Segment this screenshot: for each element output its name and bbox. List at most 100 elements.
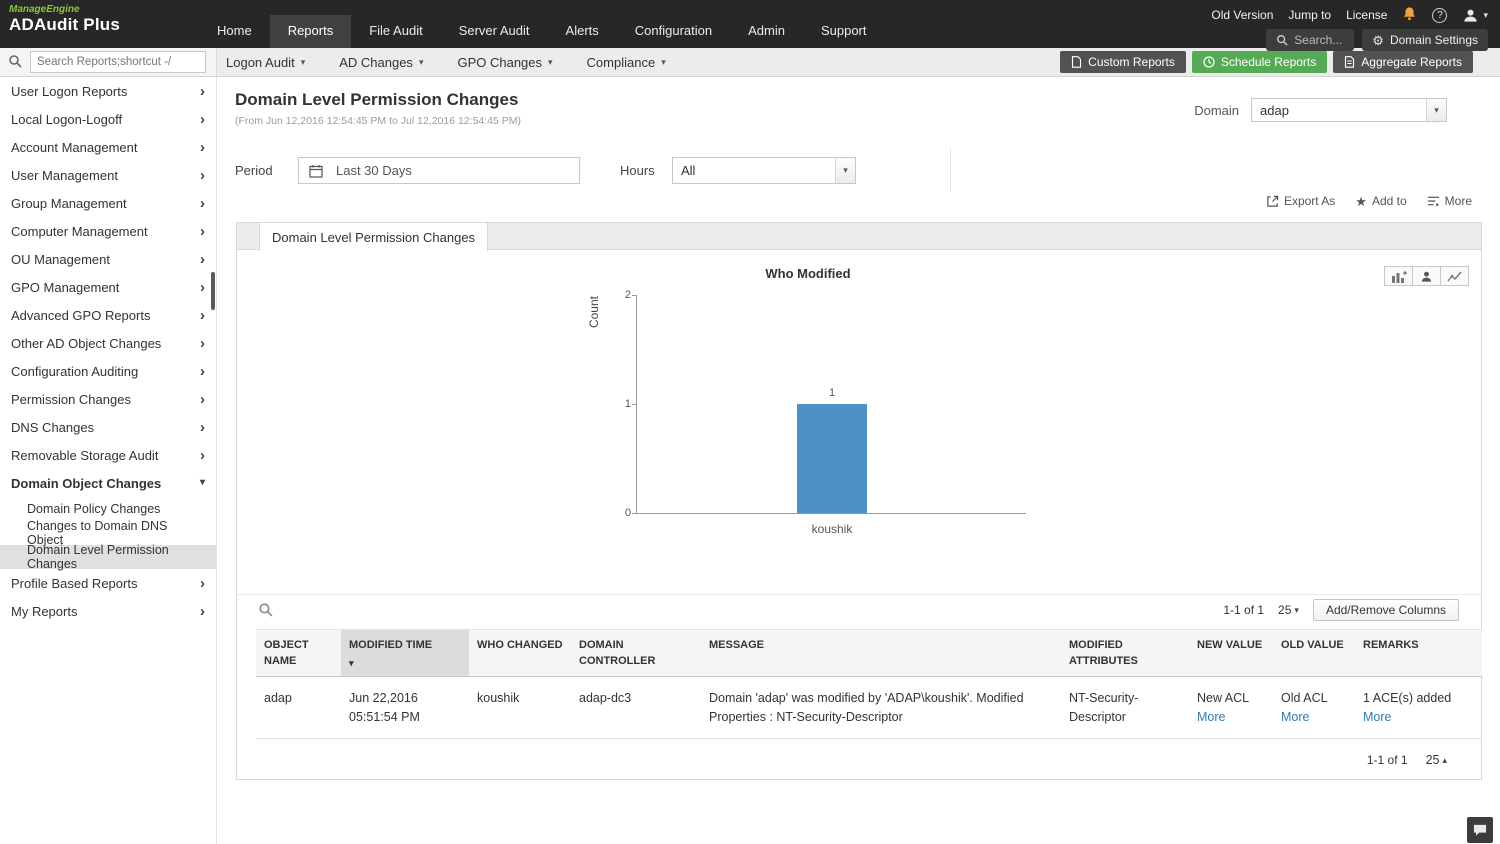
- search-icon: [1277, 35, 1288, 46]
- col-modified-time[interactable]: MODIFIED TIME ▾: [341, 629, 469, 677]
- add-to-button[interactable]: ★ Add to: [1355, 194, 1406, 208]
- tab-domain-level-permission-changes[interactable]: Domain Level Permission Changes: [259, 223, 489, 251]
- sidebar-item-configuration-auditing[interactable]: Configuration Auditing ›: [0, 357, 216, 385]
- col-modified-attributes[interactable]: MODIFIED ATTRIBUTES: [1061, 629, 1189, 677]
- sidebar-item-user-logon-reports[interactable]: User Logon Reports ›: [0, 77, 216, 105]
- nav-admin[interactable]: Admin: [730, 15, 803, 48]
- col-message[interactable]: MESSAGE: [701, 629, 1061, 677]
- table-header-row: OBJECT NAME MODIFIED TIME ▾ WHO CHANGED D…: [256, 629, 1482, 677]
- app-logo[interactable]: ManageEngine ADAudit Plus: [9, 4, 120, 35]
- chart-bar-value: 1: [828, 387, 836, 399]
- aggregate-reports-button[interactable]: Aggregate Reports: [1333, 51, 1473, 73]
- col-old-value[interactable]: OLD VALUE: [1273, 629, 1355, 677]
- period-picker[interactable]: Last 30 Days: [298, 157, 580, 184]
- user-summary-icon[interactable]: [1412, 266, 1441, 286]
- sidebar-item-my-reports[interactable]: My Reports ›: [0, 597, 216, 625]
- chevron-right-icon: ›: [200, 194, 205, 212]
- new-value-more-link[interactable]: More: [1197, 708, 1225, 727]
- jump-to-link[interactable]: Jump to: [1288, 8, 1331, 22]
- old-value-more-link[interactable]: More: [1281, 708, 1309, 727]
- nav-reports[interactable]: Reports: [269, 15, 352, 48]
- chevron-right-icon: ›: [200, 306, 205, 324]
- nav-configuration[interactable]: Configuration: [617, 15, 730, 48]
- report-search-input[interactable]: [30, 51, 206, 73]
- chevron-right-icon: ›: [200, 222, 205, 240]
- period-value: Last 30 Days: [336, 163, 412, 178]
- nav-alerts[interactable]: Alerts: [548, 15, 617, 48]
- nav-home[interactable]: Home: [199, 15, 270, 48]
- sidebar-item-changes-to-domain-dns-object[interactable]: Changes to Domain DNS Object: [0, 519, 216, 547]
- sidebar-item-account-management[interactable]: Account Management ›: [0, 133, 216, 161]
- y-tick: 0: [624, 507, 631, 519]
- menu-ad-changes[interactable]: AD Changes ▾: [339, 55, 423, 70]
- col-object-name[interactable]: OBJECT NAME: [256, 629, 341, 677]
- sidebar-item-computer-management[interactable]: Computer Management ›: [0, 217, 216, 245]
- col-remarks[interactable]: REMARKS: [1355, 629, 1482, 677]
- col-new-value[interactable]: NEW VALUE: [1189, 629, 1273, 677]
- sidebar-item-removable-storage-audit[interactable]: Removable Storage Audit ›: [0, 441, 216, 469]
- domain-selector-wrap: Domain adap ▾: [1194, 98, 1447, 122]
- old-version-link[interactable]: Old Version: [1211, 8, 1273, 22]
- sidebar-item-domain-policy-changes[interactable]: Domain Policy Changes: [0, 497, 216, 521]
- domain-select[interactable]: adap ▾: [1251, 98, 1447, 122]
- global-search-button[interactable]: Search...: [1266, 29, 1355, 51]
- report-search-box: [0, 48, 217, 76]
- line-chart-icon[interactable]: [1440, 266, 1469, 286]
- main-nav: Home Reports File Audit Server Audit Ale…: [199, 15, 885, 48]
- sidebar-item-group-management[interactable]: Group Management ›: [0, 189, 216, 217]
- nav-support[interactable]: Support: [803, 15, 885, 48]
- footer-page-size-select[interactable]: 25 ▴: [1426, 753, 1447, 767]
- help-icon[interactable]: ?: [1432, 7, 1448, 23]
- bar-chart-icon[interactable]: [1384, 266, 1413, 286]
- sidebar-item-domain-level-permission-changes[interactable]: Domain Level Permission Changes: [0, 543, 216, 571]
- cell-modified-attributes: NT-Security-Descriptor: [1061, 676, 1189, 740]
- table-search-icon[interactable]: [258, 602, 273, 622]
- export-as-button[interactable]: Export As: [1266, 194, 1335, 208]
- sidebar-item-local-logon-logoff[interactable]: Local Logon-Logoff ›: [0, 105, 216, 133]
- chart-y-axis-label: Count: [587, 296, 601, 329]
- search-icon[interactable]: [0, 51, 30, 73]
- feedback-chat-button[interactable]: [1467, 817, 1493, 843]
- menu-compliance[interactable]: Compliance ▾: [587, 55, 666, 70]
- sidebar-item-dns-changes[interactable]: DNS Changes ›: [0, 413, 216, 441]
- col-who-changed[interactable]: WHO CHANGED: [469, 629, 571, 677]
- report-date-range: (From Jun 12,2016 12:54:45 PM to Jul 12,…: [235, 115, 522, 127]
- filter-divider: [950, 148, 951, 192]
- sidebar-item-profile-based-reports[interactable]: Profile Based Reports ›: [0, 569, 216, 597]
- remarks-more-link[interactable]: More: [1363, 708, 1391, 727]
- sidebar-item-advanced-gpo-reports[interactable]: Advanced GPO Reports ›: [0, 301, 216, 329]
- chart-plot: 2 1 0 1 koushik: [625, 289, 1026, 536]
- more-button[interactable]: More: [1427, 194, 1472, 208]
- sort-desc-icon: ▾: [349, 657, 354, 668]
- chevron-right-icon: ›: [200, 574, 205, 592]
- schedule-reports-button[interactable]: Schedule Reports: [1191, 51, 1328, 73]
- sidebar-scrollbar[interactable]: [211, 272, 215, 310]
- add-remove-columns-button[interactable]: Add/Remove Columns: [1312, 599, 1459, 621]
- nav-server-audit[interactable]: Server Audit: [441, 15, 548, 48]
- col-domain-controller[interactable]: DOMAIN CONTROLLER: [571, 629, 701, 677]
- page-size-select[interactable]: 25 ▾: [1278, 603, 1299, 617]
- hours-select[interactable]: All ▾: [672, 157, 856, 184]
- chart-bar-koushik[interactable]: [797, 404, 867, 513]
- menu-gpo-changes[interactable]: GPO Changes ▾: [457, 55, 552, 70]
- chevron-up-icon: ▴: [1442, 754, 1447, 765]
- calendar-icon: [309, 164, 323, 178]
- brand-manageengine: ManageEngine: [9, 4, 80, 15]
- sidebar-item-user-management[interactable]: User Management ›: [0, 161, 216, 189]
- sidebar-item-domain-object-changes[interactable]: Domain Object Changes ▾: [0, 469, 216, 497]
- nav-file-audit[interactable]: File Audit: [351, 15, 440, 48]
- notification-bell-icon[interactable]: [1402, 6, 1417, 24]
- list-more-icon: [1427, 196, 1439, 207]
- sidebar-item-gpo-management[interactable]: GPO Management ›: [0, 273, 216, 301]
- menu-logon-audit[interactable]: Logon Audit ▾: [226, 55, 305, 70]
- sidebar-item-other-ad-object-changes[interactable]: Other AD Object Changes ›: [0, 329, 216, 357]
- cell-old-value: Old ACL More: [1273, 676, 1355, 740]
- license-link[interactable]: License: [1346, 8, 1387, 22]
- cell-new-value: New ACL More: [1189, 676, 1273, 740]
- sidebar-item-ou-management[interactable]: OU Management ›: [0, 245, 216, 273]
- user-menu[interactable]: ▾: [1462, 7, 1488, 24]
- y-tick: 1: [624, 398, 631, 410]
- sidebar-item-permission-changes[interactable]: Permission Changes ›: [0, 385, 216, 413]
- domain-settings-button[interactable]: ⚙ Domain Settings: [1362, 29, 1488, 51]
- custom-reports-button[interactable]: Custom Reports: [1060, 51, 1186, 73]
